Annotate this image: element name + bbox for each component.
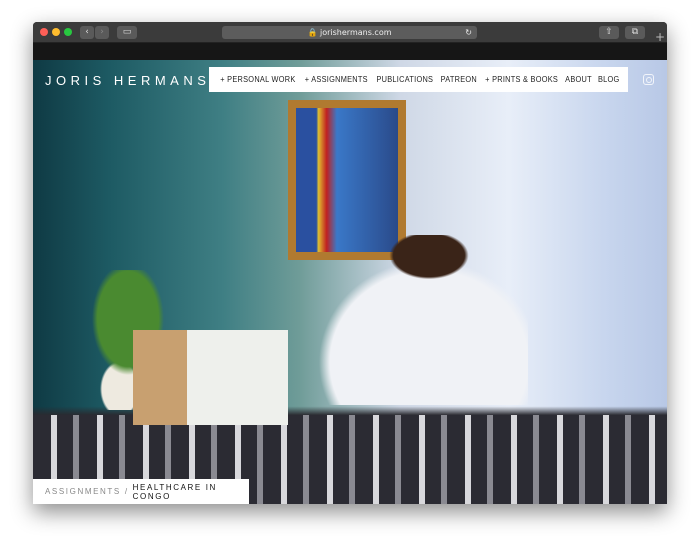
browser-toolbar: ‹ › ▭ 🔒 jorishermans.com ↻ ⇧ ⧉ (33, 22, 667, 43)
nav-about[interactable]: ABOUT (566, 75, 593, 84)
breadcrumb-current: HEALTHCARE IN CONGO (132, 482, 217, 501)
breadcrumb-parent[interactable]: ASSIGNMENTS (45, 487, 121, 496)
nav-blog[interactable]: BLOG (598, 75, 620, 84)
url-text: jorishermans.com (320, 28, 392, 37)
zoom-button[interactable] (64, 28, 72, 36)
address-bar[interactable]: 🔒 jorishermans.com ↻ (222, 26, 477, 39)
breadcrumb-separator: / (124, 487, 129, 496)
main-nav: + PERSONAL WORK + ASSIGNMENTS PUBLICATIO… (209, 67, 628, 92)
sidebar-toggle-icon[interactable]: ▭ (117, 26, 137, 39)
browser-window: ‹ › ▭ 🔒 jorishermans.com ↻ ⇧ ⧉ JORIS HERM… (33, 22, 667, 504)
reload-icon[interactable]: ↻ (465, 26, 472, 39)
new-tab-button[interactable]: + (655, 30, 665, 44)
tab-bar (33, 43, 667, 60)
nav-prints-books[interactable]: + PRINTS & BOOKS (485, 75, 558, 84)
close-button[interactable] (40, 28, 48, 36)
site-logo[interactable]: JORIS HERMANS (45, 73, 210, 88)
minimize-button[interactable] (52, 28, 60, 36)
hero-photo: JORIS HERMANS + PERSONAL WORK + ASSIGNME… (33, 60, 667, 504)
nav-publications[interactable]: PUBLICATIONS (376, 75, 433, 84)
back-button[interactable]: ‹ (80, 26, 94, 39)
instagram-icon[interactable] (643, 74, 654, 85)
doctor-figure (308, 235, 528, 405)
tabs-overview-icon[interactable]: ⧉ (625, 26, 645, 39)
nav-personal-work[interactable]: + PERSONAL WORK (220, 75, 295, 84)
nav-patreon[interactable]: PATREON (440, 75, 476, 84)
medicine-boxes (133, 330, 288, 425)
breadcrumb: ASSIGNMENTS / HEALTHCARE IN CONGO (33, 479, 249, 504)
forward-button[interactable]: › (95, 26, 109, 39)
nav-assignments[interactable]: + ASSIGNMENTS (305, 75, 368, 84)
share-icon[interactable]: ⇧ (599, 26, 619, 39)
